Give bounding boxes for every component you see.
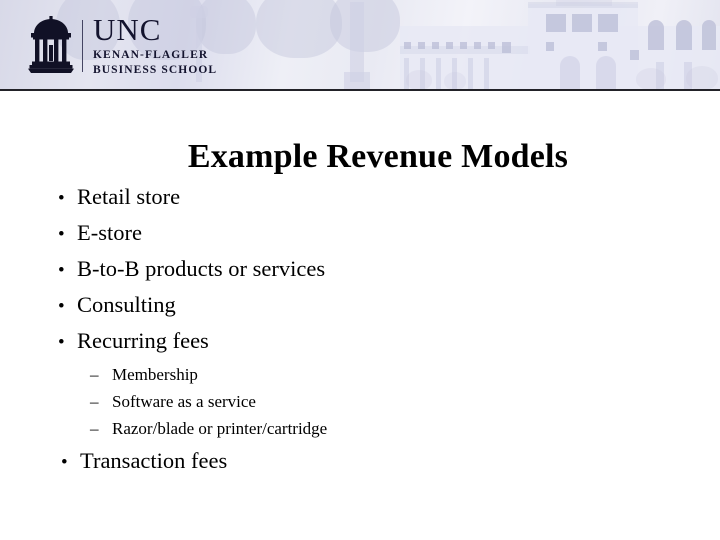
list-item-label: B-to-B products or services xyxy=(77,256,326,281)
list-item-label: Recurring fees xyxy=(77,328,209,353)
logo-unc-text: UNC xyxy=(93,11,162,47)
bullet-glyph-icon: • xyxy=(58,188,65,209)
sub-list-item-label: Membership xyxy=(112,365,198,384)
sub-list-item-label: Software as a service xyxy=(112,392,256,411)
logo-wordmark: UNC KENAN-FLAGLER BUSINESS SCHOOL xyxy=(93,11,218,77)
logo-divider xyxy=(82,20,83,72)
bullet-glyph-icon: • xyxy=(58,260,65,281)
bullet-glyph-icon: • xyxy=(58,224,65,245)
dash-glyph-icon: – xyxy=(90,365,99,384)
header-banner: UNC KENAN-FLAGLER BUSINESS SCHOOL xyxy=(0,0,720,91)
list-item-label: E-store xyxy=(77,220,142,245)
list-item: • Retail store xyxy=(52,180,692,216)
bullet-glyph-icon: • xyxy=(58,332,65,353)
dash-glyph-icon: – xyxy=(90,419,99,438)
sub-list-item: – Software as a service xyxy=(52,388,692,415)
sub-list-item-label: Razor/blade or printer/cartridge xyxy=(112,419,328,438)
sub-bullet-group: – Membership – Software as a service – R… xyxy=(52,361,692,442)
list-item-label: Retail store xyxy=(77,184,181,209)
dash-glyph-icon: – xyxy=(90,392,99,411)
header-divider-rule xyxy=(0,89,720,91)
bullet-list: • Retail store • E-store • B-to-B produc… xyxy=(52,180,692,480)
sub-list-item: – Razor/blade or printer/cartridge xyxy=(52,415,692,442)
list-item-label: Consulting xyxy=(77,292,176,317)
old-well-rotunda-icon xyxy=(28,16,74,73)
list-item: • E-store xyxy=(52,216,692,252)
list-item: • Consulting xyxy=(52,288,692,324)
page-title: Example Revenue Models xyxy=(187,137,569,175)
bullet-glyph-icon: • xyxy=(58,296,65,317)
logo-kenan-flagler-text: KENAN-FLAGLER xyxy=(93,49,209,62)
list-item: • B-to-B products or services xyxy=(52,252,692,288)
list-item-label: Transaction fees xyxy=(80,448,228,473)
unc-kenan-flagler-logo: UNC KENAN-FLAGLER BUSINESS SCHOOL xyxy=(28,14,217,78)
slide-canvas: UNC KENAN-FLAGLER BUSINESS SCHOOL Exampl… xyxy=(0,0,720,540)
list-item: • Transaction fees xyxy=(52,444,692,480)
logo-business-school-text: BUSINESS SCHOOL xyxy=(93,63,218,76)
sub-list-item: – Membership xyxy=(52,361,692,388)
bullet-glyph-icon: • xyxy=(61,452,68,473)
list-item: • Recurring fees xyxy=(52,324,692,360)
